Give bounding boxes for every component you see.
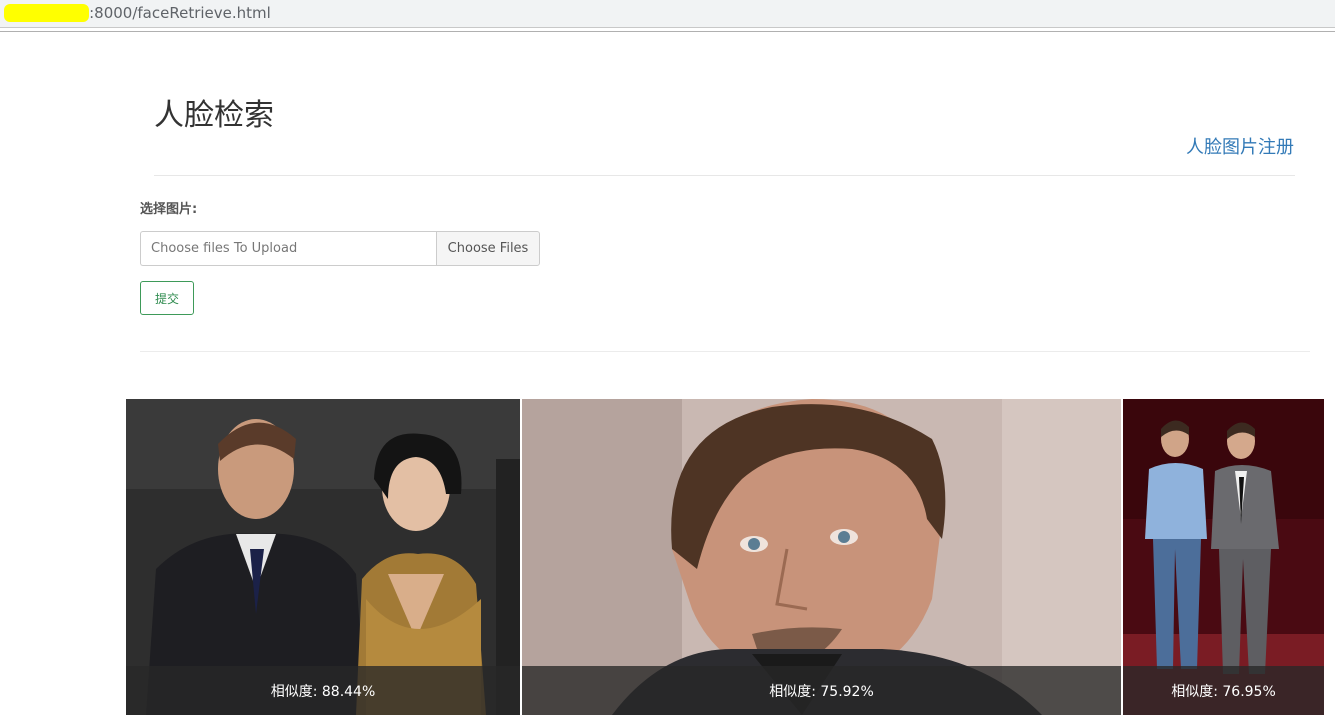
- browser-address-bar[interactable]: 10.100.2.2:8000/faceRetrieve.html: [0, 0, 1335, 28]
- select-image-label: 选择图片:: [140, 202, 198, 217]
- result-card-2[interactable]: 相似度: 75.92%: [522, 399, 1121, 715]
- header-divider: [154, 175, 1295, 176]
- url-host-redacted: 10.100.2.2: [4, 4, 90, 22]
- page-title: 人脸检索: [154, 98, 274, 133]
- face-register-link[interactable]: 人脸图片注册: [1186, 133, 1294, 159]
- file-path-input[interactable]: Choose files To Upload: [140, 231, 436, 266]
- address-bar-divider: [0, 31, 1335, 32]
- submit-button[interactable]: 提交: [140, 281, 194, 315]
- choose-files-button[interactable]: Choose Files: [436, 231, 540, 266]
- result-card-1[interactable]: 相似度: 88.44%: [126, 399, 520, 715]
- form-divider: [140, 351, 1310, 352]
- url-path: :8000/faceRetrieve.html: [89, 4, 271, 22]
- similarity-caption-1: 相似度: 88.44%: [126, 666, 520, 715]
- result-card-3[interactable]: 相似度: 76.95%: [1123, 399, 1324, 715]
- file-upload-group: Choose files To Upload Choose Files: [140, 231, 540, 266]
- url-text[interactable]: 10.100.2.2:8000/faceRetrieve.html: [4, 4, 271, 22]
- similarity-caption-2: 相似度: 75.92%: [522, 666, 1121, 715]
- similarity-caption-3: 相似度: 76.95%: [1123, 666, 1324, 715]
